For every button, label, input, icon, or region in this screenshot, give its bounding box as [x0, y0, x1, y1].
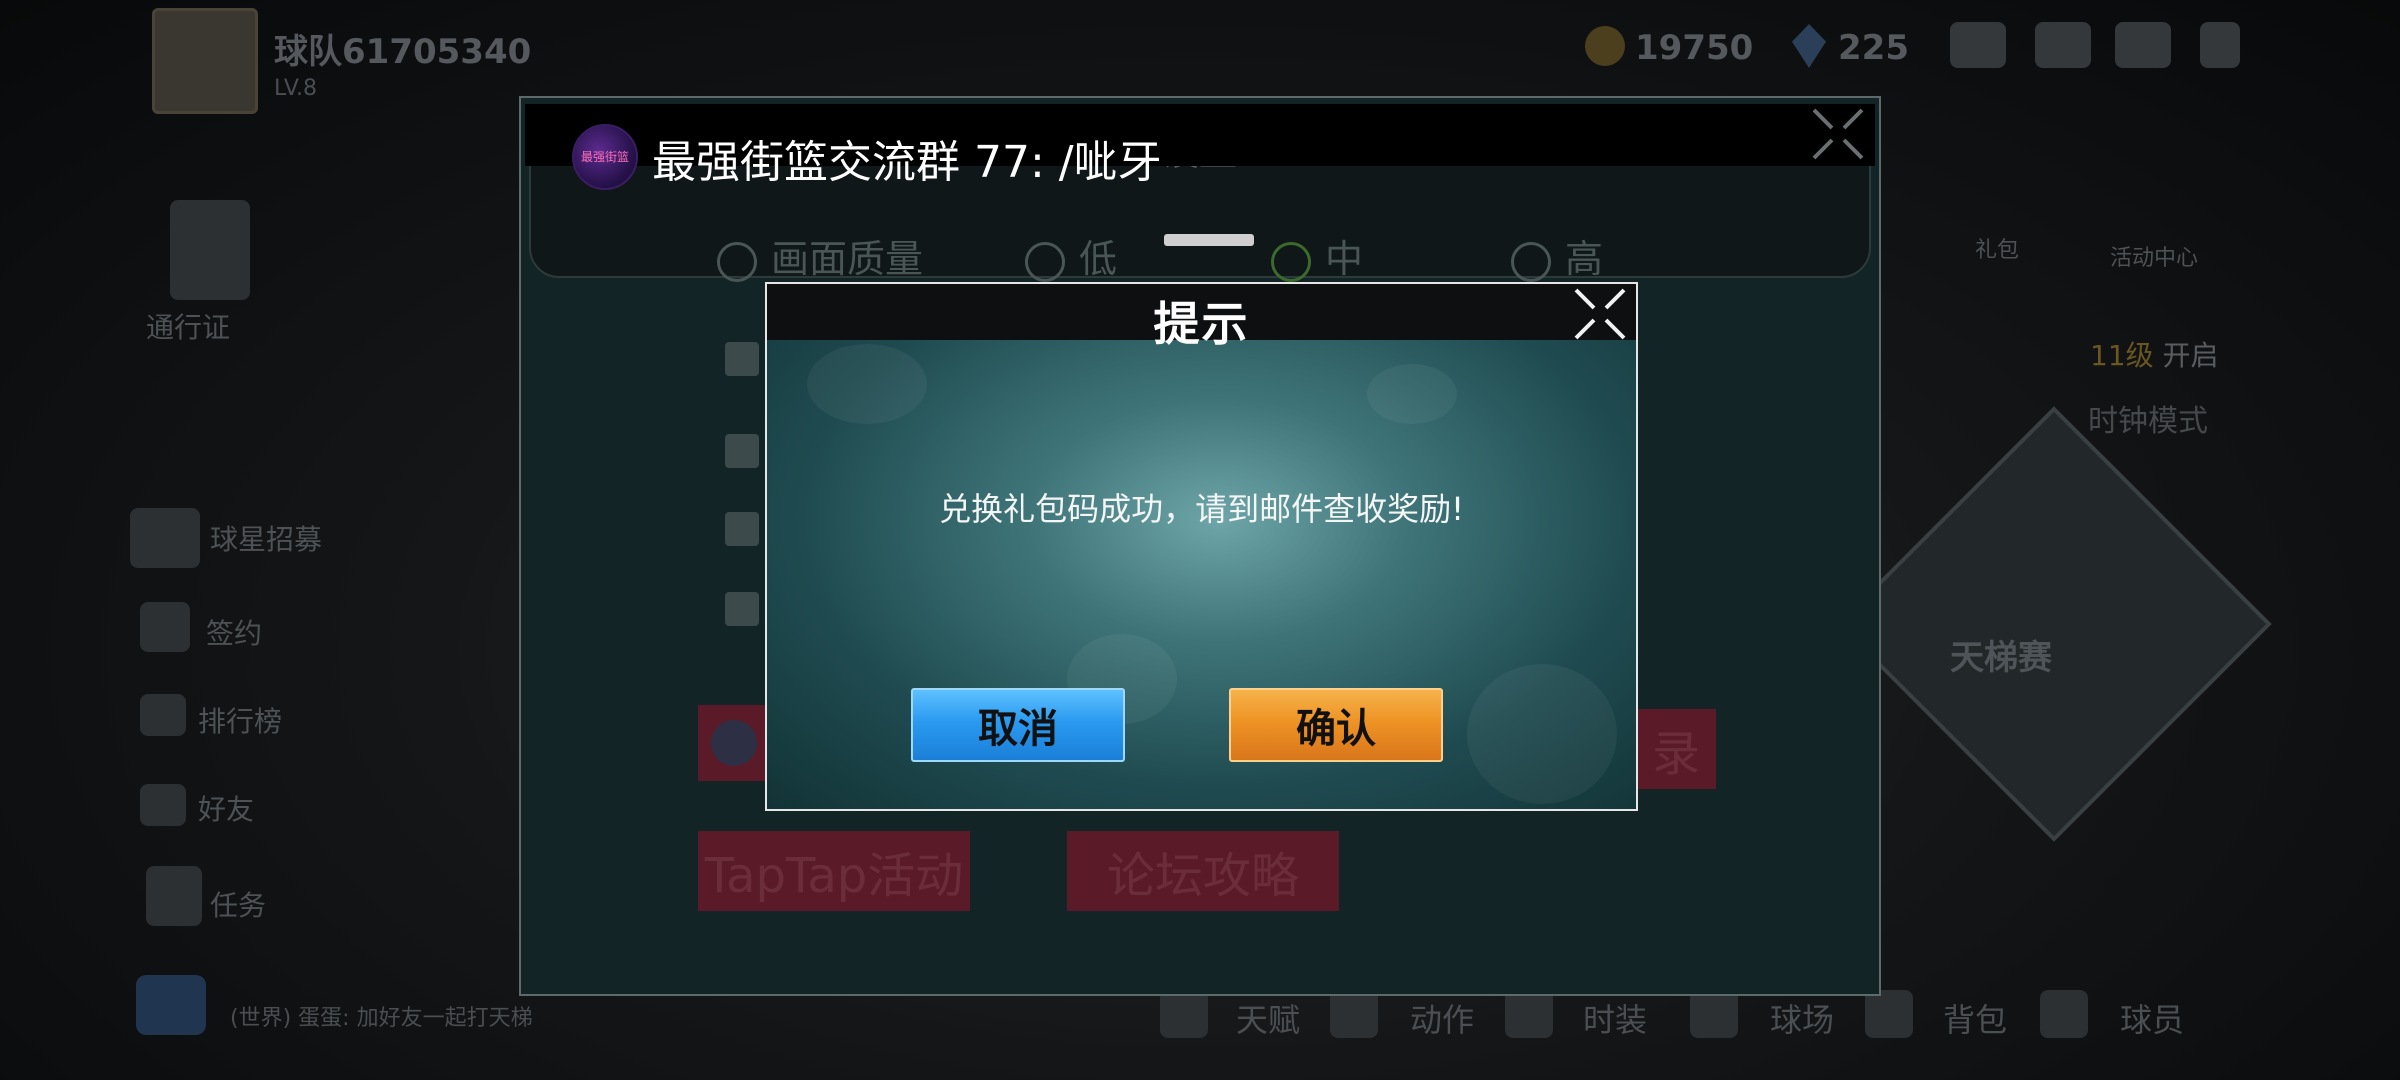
players-icon — [2040, 990, 2088, 1038]
refresh-icon — [725, 512, 759, 546]
bubble-decor — [1367, 364, 1457, 424]
friends-icon — [140, 784, 186, 826]
quality-label: 画面质量 — [717, 228, 923, 283]
moves-icon — [1330, 990, 1378, 1038]
coin-icon — [1585, 26, 1625, 66]
megaphone-icon — [136, 975, 206, 1035]
ranking-icon — [140, 694, 186, 736]
quality-high[interactable]: 高 — [1511, 228, 1603, 283]
gift-icon — [1950, 22, 2006, 68]
gem-count: 225 — [1838, 28, 1909, 68]
confirm-button[interactable]: 确认 — [1229, 688, 1443, 762]
mail-icon — [2035, 22, 2091, 68]
group-avatar: 最强街篮 — [572, 124, 638, 190]
notification-grip[interactable] — [1164, 234, 1254, 246]
taptap-button[interactable]: TapTap活动 — [698, 831, 970, 911]
dialog-title: 提示 — [1153, 297, 1250, 351]
time-mode-label: 时钟模式 — [2088, 404, 2208, 439]
coin-count: 19750 — [1635, 28, 1754, 68]
text-icon — [725, 342, 759, 376]
quality-mid[interactable]: 中 — [1271, 228, 1363, 283]
notification-text[interactable]: 最强街篮交流群 77: /呲牙 — [652, 126, 1162, 190]
player-level: LV.8 — [274, 76, 318, 101]
gift-pack-label: 礼包 — [1975, 238, 2020, 263]
ladder-label: 天梯赛 — [1950, 638, 2052, 678]
world-chat: (世界) 蛋蛋: 加好友一起打天梯 — [230, 1006, 533, 1031]
close-icon[interactable] — [1572, 286, 1628, 342]
close-icon[interactable] — [1808, 104, 1868, 164]
bottom-players: 球员 — [2120, 1001, 2185, 1039]
prompt-dialog: 提示 兑换礼包码成功，请到邮件查收奖励! 取消 确认 — [765, 282, 1638, 811]
fashion-icon — [1505, 990, 1553, 1038]
bottom-talent: 天赋 — [1236, 1001, 1301, 1039]
cancel-button[interactable]: 取消 — [911, 688, 1125, 762]
forum-button[interactable]: 论坛攻略 — [1067, 831, 1339, 911]
lock-label: 11级 开启 — [2090, 339, 2219, 372]
talent-icon — [1160, 990, 1208, 1038]
menu-task: 任务 — [210, 889, 267, 922]
dialog-message: 兑换礼包码成功，请到邮件查收奖励! — [939, 490, 1464, 528]
bottom-moves: 动作 — [1410, 1001, 1475, 1039]
pass-icon — [170, 200, 250, 300]
bubble-decor — [807, 344, 927, 424]
activity-center-label: 活动中心 — [2110, 246, 2199, 271]
bag-icon — [1865, 990, 1913, 1038]
discord-icon — [711, 720, 757, 766]
bubble-decor — [1467, 664, 1617, 804]
bell-icon — [725, 434, 759, 468]
court-icon — [1690, 990, 1738, 1038]
player-avatar — [152, 8, 258, 114]
menu-recruit: 球星招募 — [210, 523, 323, 556]
task-icon — [146, 866, 202, 926]
bottom-fashion: 时装 — [1583, 1001, 1648, 1039]
menu-pass: 通行证 — [146, 311, 231, 344]
menu-friends: 好友 — [198, 793, 255, 826]
record-button[interactable]: 录 — [1636, 709, 1716, 789]
menu-sign: 签约 — [206, 617, 263, 650]
discord-icon — [2115, 22, 2171, 68]
team-name: 球队61705340 — [274, 32, 532, 72]
menu-ranking: 排行榜 — [198, 705, 283, 738]
check-icon — [1271, 241, 1311, 282]
sign-icon — [140, 602, 190, 652]
rank-icon — [2200, 22, 2240, 68]
check-icon — [1025, 241, 1065, 282]
recruit-icon — [130, 508, 200, 568]
check-icon — [1511, 241, 1551, 282]
quality-icon — [717, 241, 757, 282]
gift-code-icon — [725, 592, 759, 626]
bottom-court: 球场 — [1770, 1001, 1835, 1039]
bottom-bag: 背包 — [1943, 1001, 2008, 1039]
quality-low[interactable]: 低 — [1025, 228, 1117, 283]
